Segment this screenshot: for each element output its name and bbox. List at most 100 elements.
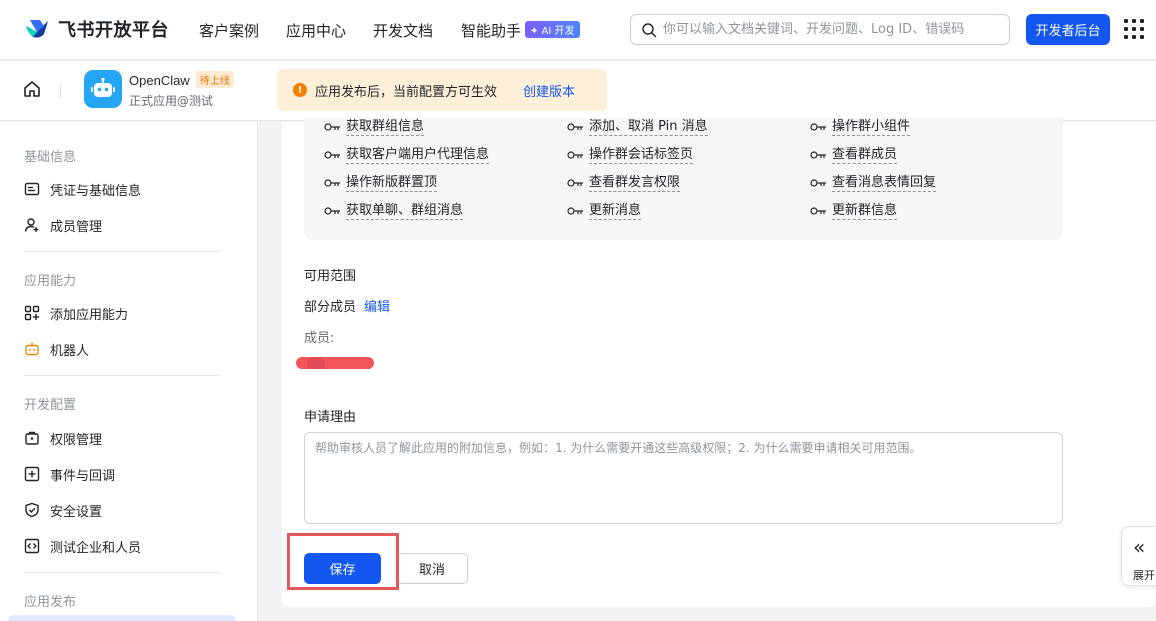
key-icon — [324, 151, 340, 159]
sidebar-item-security[interactable]: 安全设置 — [24, 498, 102, 522]
key-icon — [810, 123, 826, 131]
notice-text: 应用发布后，当前配置方可生效 — [315, 84, 498, 100]
sidebar-item-add-capability[interactable]: 添加应用能力 — [24, 301, 128, 325]
permission-lock-icon — [25, 431, 39, 445]
reason-title: 申请理由 — [304, 410, 357, 425]
permission-item: 操作群会话标签页 — [567, 146, 694, 164]
id-card-icon — [24, 182, 40, 196]
header-divider — [60, 83, 61, 99]
key-icon — [810, 151, 826, 159]
expand-label: 展开 — [1133, 569, 1155, 582]
sidebar-item-events[interactable]: 事件与回调 — [24, 462, 115, 486]
double-chevron-left-icon: « — [1133, 535, 1146, 559]
sidebar-item-permissions[interactable]: 权限管理 — [24, 426, 102, 450]
key-icon — [324, 123, 340, 131]
sidebar-item-label: 机器人 — [50, 343, 90, 359]
sidebar-item-label: 权限管理 — [50, 432, 103, 448]
permission-item: 更新消息 — [567, 202, 642, 220]
key-icon — [567, 151, 583, 159]
ai-dev-badge: ✦ AI 开发 — [525, 21, 580, 38]
app-grid-icon[interactable] — [1124, 19, 1144, 39]
permission-item: 操作群小组件 — [810, 118, 911, 136]
sidebar-divider — [24, 572, 220, 573]
scope-value: 部分成员 编辑 — [304, 296, 390, 315]
permission-label: 查看消息表情回复 — [832, 175, 937, 192]
event-plus-icon — [24, 466, 40, 482]
sidebar-section-app-release: 应用发布 — [24, 595, 77, 610]
sidebar-item-label: 添加应用能力 — [50, 307, 129, 323]
sidebar-item-label: 事件与回调 — [50, 468, 116, 484]
sidebar-item-bot[interactable]: 机器人 — [24, 337, 89, 361]
permission-label: 更新群信息 — [832, 203, 898, 220]
permission-label: 操作群小组件 — [832, 119, 911, 136]
key-icon — [567, 179, 583, 187]
nav-customer-cases[interactable]: 客户案例 — [199, 20, 259, 41]
permission-item: 添加、取消 Pin 消息 — [567, 118, 708, 136]
permission-label: 获取单聊、群组消息 — [346, 203, 464, 220]
main-content: 获取群组信息 添加、取消 Pin 消息 操作群小组件获取客户端用户代理信息 操作群会话… — [282, 118, 1156, 607]
brand-name: 飞书开放平台 — [58, 20, 169, 41]
app-header: OpenClaw 待上线 正式应用@测试 ! 应用发布后，当前配置方可生效 创建版… — [0, 61, 1156, 121]
sidebar-section-dev-config: 开发配置 — [24, 398, 77, 413]
nav-ai-assistant-label: 智能助手 — [461, 22, 522, 40]
search-icon — [642, 23, 657, 38]
permission-item: 获取单聊、群组消息 — [324, 202, 464, 220]
home-icon[interactable] — [22, 79, 42, 99]
key-icon — [324, 207, 340, 215]
sidebar-item-label: 安全设置 — [50, 504, 103, 520]
search-box[interactable] — [630, 14, 1010, 45]
permission-item: 获取群组信息 — [324, 118, 425, 136]
key-icon — [810, 179, 826, 187]
permission-label: 获取客户端用户代理信息 — [346, 147, 490, 164]
robot-avatar-icon — [91, 77, 115, 97]
expand-panel[interactable]: « 展开 — [1121, 526, 1156, 586]
permission-label: 获取群组信息 — [346, 119, 425, 136]
status-badge: 待上线 — [195, 71, 234, 88]
search-input[interactable] — [663, 15, 1003, 44]
app-name-text: OpenClaw — [129, 73, 190, 88]
nav-app-center[interactable]: 应用中心 — [286, 20, 346, 41]
app-avatar — [84, 70, 122, 108]
scope-value-text: 部分成员 — [304, 300, 357, 315]
permission-item: 更新群信息 — [810, 202, 898, 220]
nav-dev-docs[interactable]: 开发文档 — [373, 20, 433, 41]
permission-label: 操作群会话标签页 — [589, 147, 694, 164]
member-avatar-redacted — [296, 357, 374, 369]
app-name: OpenClaw 待上线 — [129, 71, 234, 88]
permission-item: 操作新版群置顶 — [324, 174, 438, 192]
save-button[interactable]: 保存 — [304, 553, 381, 584]
bot-icon — [25, 342, 39, 356]
sidebar-item-label: 凭证与基础信息 — [50, 183, 142, 199]
sidebar-item-members[interactable]: 成员管理 — [24, 213, 102, 237]
permission-label: 查看群成员 — [832, 147, 898, 164]
app-subtitle: 正式应用@测试 — [129, 94, 214, 108]
cancel-button[interactable]: 取消 — [396, 553, 468, 584]
permission-label: 查看群发言权限 — [589, 175, 681, 192]
permission-label: 更新消息 — [589, 203, 642, 220]
key-icon — [324, 179, 340, 187]
create-version-link[interactable]: 创建版本 — [523, 81, 575, 100]
developer-console-button[interactable]: 开发者后台 — [1026, 14, 1110, 45]
sidebar-item-label: 测试企业和人员 — [50, 540, 142, 556]
sidebar-divider — [24, 375, 220, 376]
sidebar-item-test-enterprise[interactable]: 测试企业和人员 — [24, 534, 141, 558]
permission-item: 查看群发言权限 — [567, 174, 681, 192]
permission-label: 操作新版群置顶 — [346, 175, 438, 192]
key-icon — [567, 207, 583, 215]
sidebar-item-credentials[interactable]: 凭证与基础信息 — [24, 177, 141, 201]
sidebar-divider — [24, 251, 220, 252]
sidebar-section-app-capability: 应用能力 — [24, 274, 77, 289]
permission-item: 获取客户端用户代理信息 — [324, 146, 490, 164]
sidebar-item-label: 成员管理 — [50, 219, 103, 235]
publish-notice: ! 应用发布后，当前配置方可生效 创建版本 — [277, 69, 607, 111]
edit-scope-link[interactable]: 编辑 — [364, 300, 390, 315]
feishu-logo-icon — [26, 20, 48, 38]
apps-add-icon — [24, 305, 40, 321]
sidebar-item-active[interactable] — [8, 615, 236, 621]
nav-ai-assistant[interactable]: 智能助手 ✦ AI 开发 — [461, 20, 580, 41]
permission-label: 添加、取消 Pin 消息 — [589, 119, 708, 136]
reason-textarea[interactable] — [304, 432, 1063, 524]
brand-logo[interactable]: 飞书开放平台 — [24, 16, 169, 42]
permission-item: 查看群成员 — [810, 146, 898, 164]
key-icon — [567, 123, 583, 131]
